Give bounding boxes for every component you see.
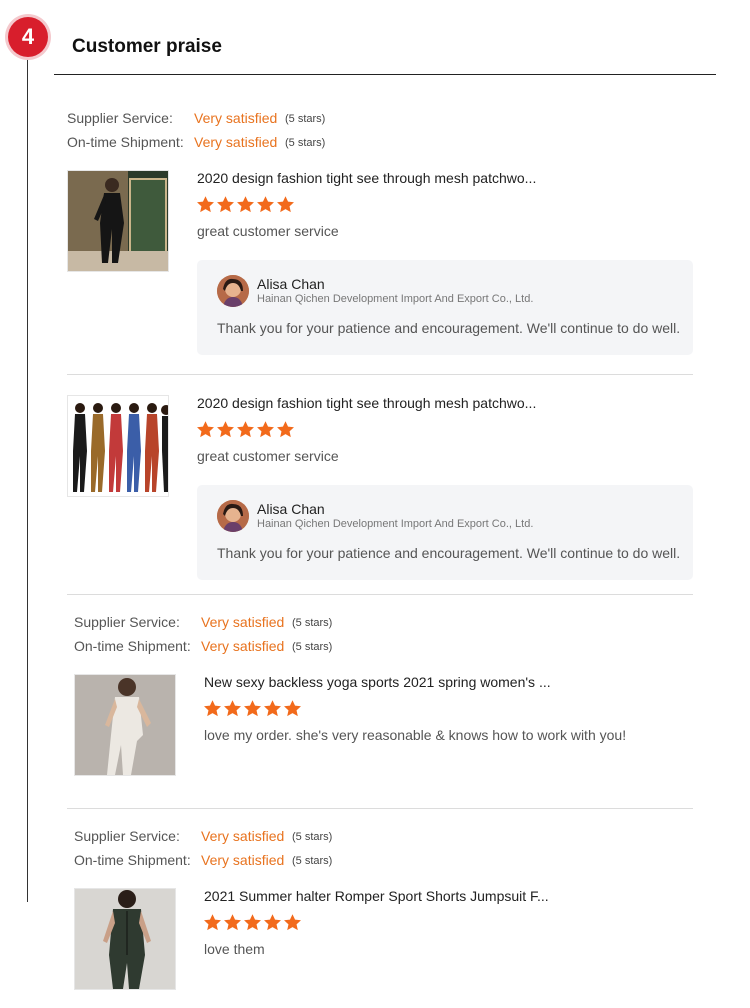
section-title: Customer praise — [72, 36, 222, 57]
shipment-label: On-time Shipment: — [74, 852, 191, 868]
avatar — [217, 500, 249, 532]
reply-author-name: Alisa Chan — [257, 501, 325, 517]
supplier-service-stars: (5 stars) — [292, 831, 333, 843]
shipment-label: On-time Shipment: — [74, 638, 191, 654]
timeline-line — [27, 30, 28, 902]
review-divider — [67, 594, 693, 595]
star-icon — [264, 914, 281, 931]
supplier-reply: Alisa Chan Hainan Qichen Development Imp… — [197, 485, 693, 580]
product-title-link[interactable]: 2020 design fashion tight see through me… — [197, 395, 536, 411]
product-thumbnail[interactable] — [74, 674, 176, 776]
shipment-row: On-time Shipment: Very satisfied (5 star… — [74, 638, 332, 654]
shipment-label: On-time Shipment: — [67, 134, 184, 150]
supplier-service-stars: (5 stars) — [292, 617, 333, 629]
star-icon — [204, 700, 221, 717]
product-thumbnail[interactable] — [67, 395, 169, 497]
supplier-service-label: Supplier Service: — [67, 110, 173, 126]
supplier-service-value: Very satisfied — [194, 110, 278, 126]
product-title-link[interactable]: 2021 Summer halter Romper Sport Shorts J… — [204, 888, 549, 904]
star-icon — [284, 914, 301, 931]
review-divider — [67, 808, 693, 809]
supplier-service-stars: (5 stars) — [285, 113, 326, 125]
star-icon — [197, 421, 214, 438]
shipment-stars: (5 stars) — [292, 641, 333, 653]
star-icon — [257, 421, 274, 438]
review-text: love my order. she's very reasonable & k… — [204, 727, 627, 743]
star-icon — [217, 196, 234, 213]
star-icon — [217, 421, 234, 438]
shipment-value: Very satisfied — [194, 134, 278, 150]
supplier-service-label: Supplier Service: — [74, 828, 180, 844]
supplier-reply: Alisa Chan Hainan Qichen Development Imp… — [197, 260, 693, 355]
star-icon — [197, 196, 214, 213]
reply-company-name: Hainan Qichen Development Import And Exp… — [257, 518, 534, 530]
star-icon — [224, 700, 241, 717]
shipment-stars: (5 stars) — [292, 855, 333, 867]
star-icon — [244, 914, 261, 931]
review-text: great customer service — [197, 223, 339, 239]
shipment-row: On-time Shipment: Very satisfied (5 star… — [67, 134, 325, 150]
step-number-badge: 4 — [8, 17, 48, 57]
star-icon — [237, 421, 254, 438]
reply-text: Thank you for your patience and encourag… — [217, 320, 681, 336]
star-icon — [264, 700, 281, 717]
review-star-rating — [203, 913, 302, 932]
supplier-service-row: Supplier Service: Very satisfied (5 star… — [67, 110, 325, 126]
shipment-row: On-time Shipment: Very satisfied (5 star… — [74, 852, 332, 868]
review-text: great customer service — [197, 448, 339, 464]
shipment-value: Very satisfied — [201, 638, 285, 654]
supplier-service-value: Very satisfied — [201, 614, 285, 630]
avatar — [217, 275, 249, 307]
product-title-link[interactable]: 2020 design fashion tight see through me… — [197, 170, 536, 186]
star-icon — [244, 700, 261, 717]
review-star-rating — [196, 420, 295, 439]
star-icon — [224, 914, 241, 931]
star-icon — [204, 914, 221, 931]
reply-author-name: Alisa Chan — [257, 276, 325, 292]
review-star-rating — [203, 699, 302, 718]
review-text: love them — [204, 941, 265, 957]
reply-company-name: Hainan Qichen Development Import And Exp… — [257, 293, 534, 305]
product-thumbnail[interactable] — [74, 888, 176, 990]
supplier-service-row: Supplier Service: Very satisfied (5 star… — [74, 614, 332, 630]
review-divider — [67, 374, 693, 375]
shipment-stars: (5 stars) — [285, 137, 326, 149]
product-thumbnail[interactable] — [67, 170, 169, 272]
product-title-link[interactable]: New sexy backless yoga sports 2021 sprin… — [204, 674, 551, 690]
star-icon — [237, 196, 254, 213]
reply-text: Thank you for your patience and encourag… — [217, 545, 681, 561]
star-icon — [284, 700, 301, 717]
supplier-service-value: Very satisfied — [201, 828, 285, 844]
star-icon — [257, 196, 274, 213]
title-divider — [54, 74, 716, 75]
review-star-rating — [196, 195, 295, 214]
star-icon — [277, 196, 294, 213]
supplier-service-row: Supplier Service: Very satisfied (5 star… — [74, 828, 332, 844]
supplier-service-label: Supplier Service: — [74, 614, 180, 630]
star-icon — [277, 421, 294, 438]
shipment-value: Very satisfied — [201, 852, 285, 868]
